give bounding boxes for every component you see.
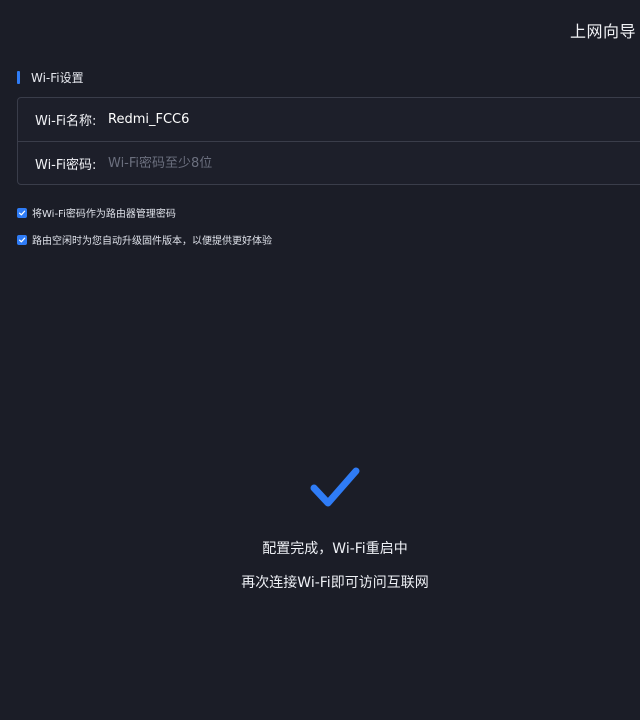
wifi-password-input[interactable] (108, 156, 408, 171)
check-icon (18, 210, 26, 215)
auto-upgrade-option-label: 路由空闲时为您自动升级固件版本，以便提供更好体验 (32, 236, 272, 247)
admin-password-checkbox[interactable] (17, 207, 27, 218)
page-title: 上网向导 (569, 22, 636, 41)
wifi-password-label: Wi-Fi密码: (35, 158, 97, 173)
admin-password-option-label: 将Wi-Fi密码作为路由器管理密码 (32, 209, 176, 220)
wifi-settings-form: Wi-Fi名称: Wi-Fi密码: (17, 97, 640, 185)
completion-status: 配置完成，Wi-Fi重启中 再次连接Wi-Fi即可访问互联网 (0, 466, 640, 592)
status-message-secondary: 再次连接Wi-Fi即可访问互联网 (241, 575, 429, 591)
check-icon (18, 237, 26, 242)
wifi-name-row: Wi-Fi名称: (18, 98, 640, 141)
wifi-password-row: Wi-Fi密码: (18, 141, 640, 185)
auto-upgrade-checkbox[interactable] (17, 234, 27, 245)
wifi-name-label: Wi-Fi名称: (35, 114, 97, 129)
status-message-primary: 配置完成，Wi-Fi重启中 (262, 541, 408, 557)
option-auto-upgrade[interactable]: 路由空闲时为您自动升级固件版本，以便提供更好体验 (17, 232, 272, 247)
section-header-wifi: Wi-Fi设置 (17, 70, 84, 85)
checkmark-icon (310, 467, 360, 507)
wifi-name-input[interactable] (108, 112, 408, 127)
setup-wizard-page: 上网向导 Wi-Fi设置 Wi-Fi名称: Wi-Fi密码: 将Wi-Fi密码作… (0, 0, 640, 720)
section-accent-bar (17, 70, 20, 84)
section-title-text: Wi-Fi设置 (31, 70, 84, 85)
option-admin-password[interactable]: 将Wi-Fi密码作为路由器管理密码 (17, 205, 176, 220)
